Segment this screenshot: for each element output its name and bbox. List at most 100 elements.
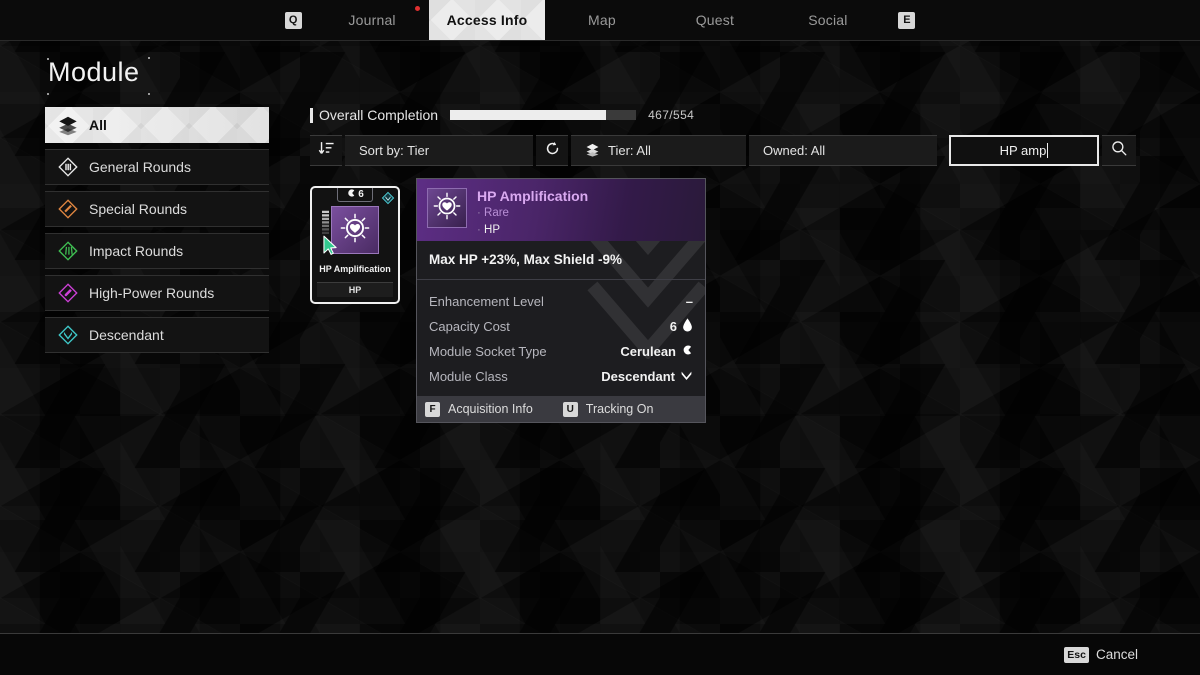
key-e-badge: E — [898, 11, 916, 29]
completion-label: Overall Completion — [310, 107, 438, 123]
cerulean-socket-icon — [381, 191, 395, 205]
sidebar-item-descendant[interactable]: Descendant — [45, 317, 269, 353]
tab-quest[interactable]: Quest — [658, 0, 771, 40]
reset-filters-button[interactable] — [536, 135, 568, 166]
search-input-value: HP amp — [999, 143, 1047, 158]
sort-by-dropdown[interactable]: Sort by: Tier — [345, 135, 533, 166]
sidebar-item-impact-rounds[interactable]: Impact Rounds — [45, 233, 269, 269]
tooltip-stat-row: Module Class Descendant — [429, 364, 693, 389]
search-icon — [1110, 139, 1128, 162]
title-dot-icon — [47, 93, 49, 95]
capacity-ticks-icon — [322, 210, 329, 236]
stat-key: Capacity Cost — [429, 319, 510, 334]
heart-burst-icon — [433, 192, 461, 225]
sidebar-item-label: General Rounds — [89, 159, 191, 175]
layers-icon — [585, 142, 600, 160]
owned-filter-label: Owned: All — [763, 143, 826, 158]
stat-value: Descendant — [601, 369, 675, 384]
module-card-tier-value: 6 — [358, 188, 364, 200]
top-navigation: Q Journal Access Info Map Quest Social E — [0, 0, 1200, 41]
stat-value: Cerulean — [620, 344, 676, 359]
sidebar-item-label: All — [89, 117, 107, 133]
stat-key: Enhancement Level — [429, 294, 544, 309]
capacity-icon — [346, 188, 356, 201]
search-button[interactable] — [1102, 135, 1136, 166]
title-dot-icon — [148, 57, 150, 59]
tooltip-header-text: HP Amplification Rare HP — [477, 188, 588, 238]
tab-access-info[interactable]: Access Info — [429, 0, 546, 40]
module-card-art — [331, 206, 379, 254]
tooltip-stat-row: Enhancement Level – — [429, 289, 693, 314]
tooltip-stat-row: Module Socket Type Cerulean — [429, 339, 693, 364]
stat-value-group: Descendant — [601, 369, 693, 385]
nav-tab-list: Q Journal Access Info Map Quest Social E — [271, 0, 930, 40]
sidebar-item-high-power-rounds[interactable]: High-Power Rounds — [45, 275, 269, 311]
nav-prev-key[interactable]: Q — [271, 0, 316, 40]
key-u-badge: U — [562, 401, 578, 417]
tooltip-title: HP Amplification — [477, 188, 589, 204]
sidebar-item-label: Special Rounds — [89, 201, 188, 217]
text-caret — [1047, 143, 1049, 158]
descendant-chevron-icon — [680, 369, 693, 385]
title-dot-icon — [148, 93, 150, 95]
sidebar-item-general-rounds[interactable]: General Rounds — [45, 149, 269, 185]
reset-icon — [544, 140, 561, 162]
tab-journal[interactable]: Journal — [316, 0, 429, 40]
acquisition-info-hint-label[interactable]: Acquisition Info — [448, 402, 533, 416]
completion-progress-bar — [450, 110, 637, 120]
tab-social[interactable]: Social — [771, 0, 884, 40]
nav-next-key[interactable]: E — [884, 0, 929, 40]
tier-filter-dropdown[interactable]: Tier: All — [571, 135, 746, 166]
tooltip-effect-text: Max HP +23%, Max Shield -9% — [417, 241, 705, 280]
search-input[interactable]: HP amp — [949, 135, 1099, 166]
module-card-hp-amplification[interactable]: HP Amplification HP 6 — [310, 186, 400, 304]
tooltip-stats-list: Enhancement Level – Capacity Cost 6 Modu… — [417, 280, 705, 396]
stat-key: Module Socket Type — [429, 344, 547, 359]
footer-bar: Esc Cancel — [0, 633, 1200, 675]
high-power-rounds-icon — [57, 282, 79, 304]
tooltip-header: HP Amplification Rare HP — [417, 179, 705, 241]
module-tooltip: HP Amplification Rare HP Max HP +23%, Ma… — [416, 178, 706, 423]
sort-descending-icon — [318, 140, 335, 162]
filter-toolbar: Sort by: Tier Tier: All Owned: All HP am… — [310, 135, 1136, 166]
stat-value-group: Cerulean — [620, 344, 693, 359]
completion-count: 467/554 — [648, 108, 695, 122]
tooltip-hint-bar: F Acquisition Info U Tracking On — [417, 396, 705, 422]
key-f-badge: F — [425, 401, 440, 417]
tab-social-label: Social — [808, 12, 848, 28]
tab-access-info-label: Access Info — [446, 12, 528, 28]
general-rounds-icon — [57, 156, 79, 178]
cerulean-socket-icon — [681, 344, 693, 359]
heart-burst-icon — [340, 213, 370, 248]
sidebar-item-all[interactable]: All — [45, 107, 269, 143]
sidebar-item-label: High-Power Rounds — [89, 285, 215, 301]
tab-quest-label: Quest — [695, 12, 735, 28]
capacity-drop-icon — [682, 318, 693, 335]
cancel-button[interactable]: Cancel — [1096, 647, 1138, 662]
module-card-footer-label: HP — [317, 282, 393, 297]
module-screen: Q Journal Access Info Map Quest Social E — [0, 0, 1200, 675]
tooltip-category: HP — [477, 222, 588, 238]
descendant-icon — [57, 324, 79, 346]
tier-filter-label: Tier: All — [608, 143, 651, 158]
layers-icon — [57, 114, 79, 136]
tab-map-label: Map — [587, 12, 616, 28]
page-title: Module — [48, 57, 140, 87]
tooltip-stat-row: Capacity Cost 6 — [429, 314, 693, 339]
owned-filter-dropdown[interactable]: Owned: All — [749, 135, 937, 166]
sidebar-item-label: Descendant — [89, 327, 164, 343]
module-card-name: HP Amplification — [319, 264, 391, 274]
overall-completion: Overall Completion 467/554 — [310, 107, 694, 123]
tracking-toggle-hint-label[interactable]: Tracking On — [586, 402, 654, 416]
tooltip-module-icon — [427, 188, 467, 228]
key-esc-badge: Esc — [1064, 646, 1089, 663]
completion-progress-fill — [450, 110, 607, 120]
stat-value-group: 6 — [670, 318, 693, 335]
pointer-cursor-icon — [323, 235, 338, 255]
sidebar-item-special-rounds[interactable]: Special Rounds — [45, 191, 269, 227]
sort-direction-button[interactable] — [310, 135, 342, 166]
module-card-tier-badge: 6 — [337, 188, 373, 202]
tab-map[interactable]: Map — [545, 0, 658, 40]
title-dot-icon — [47, 58, 49, 60]
notification-dot-icon — [414, 6, 420, 11]
